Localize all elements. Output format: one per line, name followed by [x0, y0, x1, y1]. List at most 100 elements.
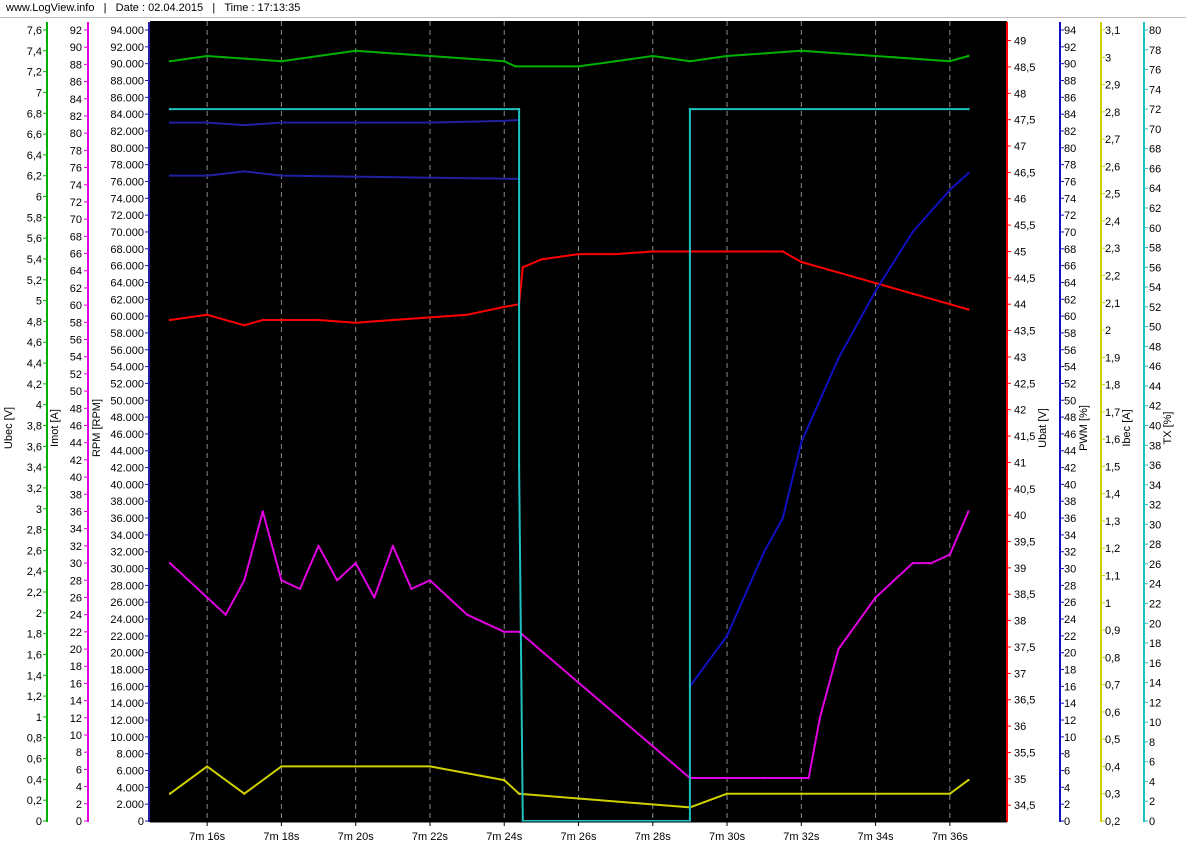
pwm-tick-label: 76	[1064, 176, 1076, 188]
ubat-tick-label: 44	[1014, 299, 1026, 311]
point-rpm	[243, 123, 246, 127]
imot-axis-title: Imot [A]	[49, 409, 61, 447]
ibec-tick-label: 0,7	[1105, 680, 1120, 692]
pwm-tick-label: 82	[1064, 126, 1076, 138]
ubec-tick-label: 4	[36, 400, 42, 412]
point-tx	[688, 107, 692, 111]
ubat-tick-label: 46,5	[1014, 167, 1035, 179]
point-pwm	[874, 289, 877, 293]
ibec-tick-label: 1,7	[1105, 407, 1120, 419]
point-pwm	[837, 357, 840, 360]
tx-tick-label: 6	[1149, 757, 1155, 769]
pwm-tick-label: 44	[1064, 446, 1076, 458]
rpm-tick-label: 48.000	[110, 412, 144, 424]
imot-tick-label: 92	[70, 25, 82, 37]
point-imot	[837, 647, 840, 651]
rpm-tick-label: 22.000	[110, 631, 144, 643]
imot-tick-label: 76	[70, 163, 82, 175]
point-ubat	[948, 303, 952, 306]
point-rpm	[503, 119, 506, 123]
ubec-axis-title: Ubec [V]	[3, 407, 15, 449]
imot-tick-label: 58	[70, 317, 82, 329]
tx-tick-label: 14	[1149, 678, 1161, 690]
ubec-tick-label: 7,2	[27, 67, 42, 79]
point-ubec	[651, 54, 654, 58]
point-ubat	[391, 318, 394, 322]
point-ibec	[725, 792, 729, 795]
pwm-tick-label: 2	[1064, 799, 1070, 811]
imot-tick-label: 78	[70, 145, 82, 157]
rpm-tick-label: 92.000	[110, 42, 144, 54]
tx-tick-label: 2	[1149, 796, 1155, 808]
ibec-tick-label: 2,6	[1105, 161, 1120, 173]
ubat-tick-label: 44,5	[1014, 273, 1035, 285]
point-imot	[335, 579, 339, 582]
pwm-tick-label: 12	[1064, 715, 1076, 727]
imot-tick-label: 2	[76, 799, 82, 811]
tx-tick-label: 28	[1149, 539, 1161, 551]
ubec-tick-label: 2,2	[27, 587, 42, 599]
ibec-tick-label: 1,6	[1105, 434, 1120, 446]
point-ibec	[503, 778, 506, 782]
pwm-tick-label: 84	[1064, 109, 1076, 121]
imot-tick-label: 84	[70, 94, 82, 106]
point-ubat	[781, 250, 784, 253]
ubec-tick-label: 2,6	[27, 545, 42, 557]
rpm-tick-label: 52.000	[110, 378, 144, 390]
point-ibec	[517, 792, 521, 795]
pwm-tick-label: 28	[1064, 580, 1076, 592]
ubat-tick-label: 38	[1014, 616, 1026, 628]
imot-tick-label: 8	[76, 747, 82, 759]
x-tick-label: 7m 24s	[486, 831, 523, 843]
ubec-tick-label: 5,8	[27, 212, 42, 224]
ubat-tick-label: 42,5	[1014, 378, 1035, 390]
ibec-tick-label: 0,6	[1105, 707, 1120, 719]
tx-tick-label: 56	[1149, 262, 1161, 274]
tx-tick-label: 78	[1149, 45, 1161, 57]
rpm-tick-label: 20.000	[110, 648, 144, 660]
ibec-tick-label: 1,5	[1105, 461, 1120, 473]
pwm-tick-label: 14	[1064, 698, 1076, 710]
pwm-tick-label: 38	[1064, 496, 1076, 508]
ubec-tick-label: 4,8	[27, 316, 42, 328]
ubat-tick-label: 36,5	[1014, 695, 1035, 707]
ubat-tick-label: 45,5	[1014, 220, 1035, 232]
imot-tick-label: 34	[70, 524, 82, 536]
rpm-tick-label: 72.000	[110, 210, 144, 222]
ubat-tick-label: 39,5	[1014, 537, 1035, 549]
ibec-tick-label: 0,4	[1105, 761, 1120, 773]
point-ibec	[280, 765, 283, 768]
tx-tick-label: 64	[1149, 183, 1161, 195]
tx-tick-label: 80	[1149, 25, 1161, 37]
ubec-tick-label: 0	[36, 816, 42, 828]
rpm-tick-label: 64.000	[110, 277, 144, 289]
pwm-tick-label: 70	[1064, 227, 1076, 239]
ibec-tick-label: 0,5	[1105, 734, 1120, 746]
point-pwm	[911, 230, 914, 234]
ubat-tick-label: 38,5	[1014, 589, 1035, 601]
rpm-tick-label: 56.000	[110, 345, 144, 357]
imot-tick-label: 60	[70, 300, 82, 312]
ubec-tick-label: 1,4	[27, 670, 42, 682]
tx-tick-label: 36	[1149, 460, 1161, 472]
point-ubat	[763, 250, 766, 253]
tx-tick-label: 68	[1149, 144, 1161, 156]
tx-tick-label: 18	[1149, 638, 1161, 650]
pwm-tick-label: 78	[1064, 160, 1076, 172]
pwm-axis-title: PWM [%]	[1078, 405, 1090, 451]
pwm-tick-label: 88	[1064, 75, 1076, 87]
tx-tick-label: 54	[1149, 282, 1161, 294]
rpm-tick-label: 26.000	[110, 597, 144, 609]
pwm-tick-label: 66	[1064, 261, 1076, 273]
point-ibec	[967, 778, 970, 782]
pwm-tick-label: 54	[1064, 362, 1076, 374]
rpm-tick-label: 14.000	[110, 698, 144, 710]
point-imot	[428, 579, 432, 582]
ibec-tick-label: 0,3	[1105, 789, 1120, 801]
point-imot	[354, 561, 357, 565]
ubec-tick-label: 5,2	[27, 275, 42, 287]
tx-tick-label: 48	[1149, 341, 1161, 353]
tx-tick-label: 4	[1149, 776, 1155, 788]
rpm-tick-label: 44.000	[110, 446, 144, 458]
tx-tick-label: 62	[1149, 203, 1161, 215]
